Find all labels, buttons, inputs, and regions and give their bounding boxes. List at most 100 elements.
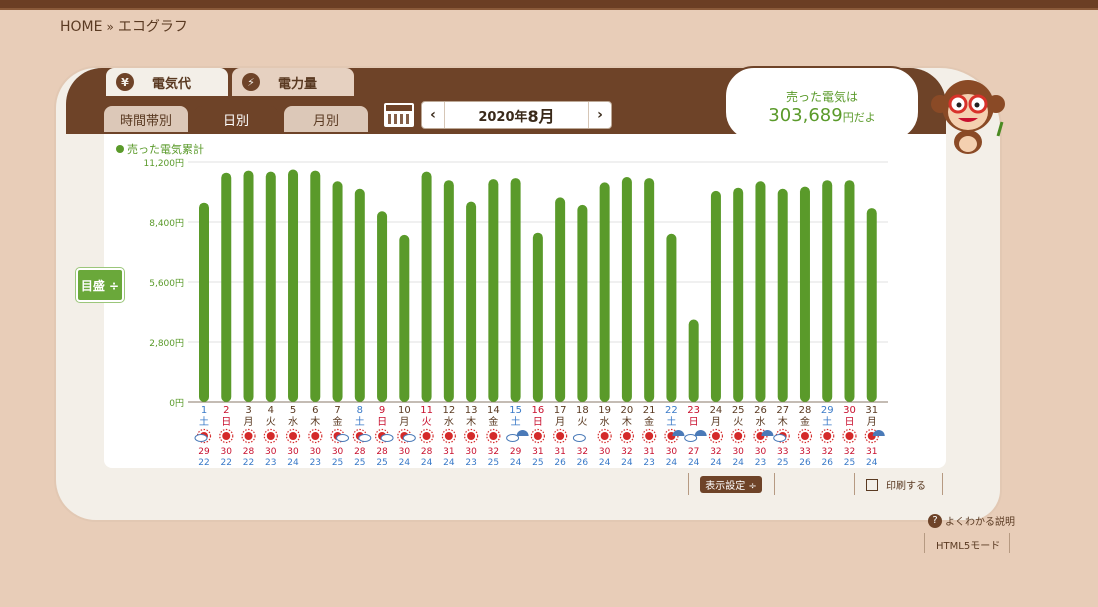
sun-icon <box>266 432 275 440</box>
yen-icon: ¥ <box>116 73 134 91</box>
weekday-label: 火 <box>266 416 276 428</box>
next-month-button[interactable]: › <box>588 102 611 128</box>
high-temp-label: 31 <box>443 447 454 457</box>
divider <box>854 473 855 495</box>
cloud-icon <box>358 434 372 442</box>
high-temp-label: 30 <box>732 447 744 457</box>
low-temp-label: 24 <box>510 458 522 468</box>
umbrella-icon <box>761 430 774 436</box>
sun-icon <box>444 432 453 440</box>
tab-daily[interactable]: 日別 <box>194 106 278 132</box>
low-temp-label: 22 <box>243 458 254 468</box>
weekday-label: 水 <box>755 416 765 428</box>
weekday-label: 水 <box>444 416 454 428</box>
x-tick-label: 27 <box>776 405 789 416</box>
print-label: 印刷する <box>886 481 926 492</box>
high-temp-label: 27 <box>688 447 699 457</box>
low-temp-label: 22 <box>221 458 232 468</box>
low-temp-label: 24 <box>399 458 411 468</box>
high-temp-label: 32 <box>488 447 499 457</box>
weekday-label: 月 <box>399 416 409 428</box>
weekday-label: 月 <box>867 416 877 428</box>
help-link[interactable]: ? よくわかる説明 <box>928 513 1015 528</box>
prev-month-button[interactable]: ‹ <box>422 102 445 128</box>
cloud-icon <box>572 434 586 442</box>
x-tick-label: 18 <box>576 405 589 416</box>
sun-icon <box>422 432 431 440</box>
tab-monthly[interactable]: 月別 <box>284 106 368 132</box>
chart-bar <box>644 178 655 402</box>
divider <box>1009 533 1010 553</box>
high-temp-label: 30 <box>332 447 344 457</box>
x-tick-label: 28 <box>799 405 812 416</box>
weekday-label: 土 <box>666 415 676 428</box>
sun-icon <box>244 432 253 440</box>
low-temp-label: 24 <box>710 458 722 468</box>
print-button[interactable]: 印刷する <box>866 477 926 492</box>
daily-sold-electricity-chart: 0円2,800円5,600円8,400円11,200円1土29222日30223… <box>144 158 888 468</box>
weekday-label: 日 <box>844 417 854 428</box>
high-temp-label: 28 <box>421 447 433 457</box>
chart-bar <box>488 179 499 402</box>
bubble-caption: 売った電気は <box>785 90 858 104</box>
weekday-label: 月 <box>711 416 721 428</box>
low-temp-label: 24 <box>287 458 299 468</box>
high-temp-label: 30 <box>755 447 767 457</box>
help-label: よくわかる説明 <box>945 517 1015 528</box>
breadcrumb-home[interactable]: HOME <box>60 19 102 35</box>
high-temp-label: 32 <box>710 447 721 457</box>
low-temp-label: 25 <box>777 458 788 468</box>
chart-bar <box>688 319 699 402</box>
weekday-label: 金 <box>800 415 810 428</box>
y-tick-label: 11,200円 <box>144 158 185 169</box>
chart-bar <box>844 180 855 402</box>
x-tick-label: 15 <box>509 405 522 416</box>
high-temp-label: 31 <box>532 447 543 457</box>
low-temp-label: 24 <box>421 458 433 468</box>
low-temp-label: 26 <box>577 458 589 468</box>
html5-mode-link[interactable]: HTML5モード <box>936 537 1000 552</box>
sun-icon <box>289 432 298 440</box>
cloud-icon <box>402 434 416 442</box>
chart-bar <box>377 211 388 402</box>
x-tick-label: 26 <box>754 405 767 416</box>
high-temp-label: 29 <box>198 447 210 457</box>
chart-bar <box>733 187 744 402</box>
high-temp-label: 31 <box>643 447 654 457</box>
weekday-label: 月 <box>555 416 565 428</box>
calendar-icon[interactable] <box>382 101 416 129</box>
cloud-icon <box>336 434 350 442</box>
breadcrumb-current: エコグラフ <box>117 19 188 35</box>
tab-electricity-amount[interactable]: ⚡ 電力量 <box>232 68 354 96</box>
x-tick-label: 3 <box>245 405 251 416</box>
sun-icon <box>533 432 542 440</box>
weekday-label: 木 <box>778 416 788 428</box>
low-temp-label: 24 <box>666 458 678 468</box>
weekday-label: 木 <box>622 416 632 428</box>
y-tick-label: 0円 <box>169 398 184 409</box>
weekday-label: 火 <box>733 416 743 428</box>
x-tick-label: 31 <box>865 405 878 416</box>
weekday-label: 土 <box>511 415 521 428</box>
tab-hourly[interactable]: 時間帯別 <box>104 106 188 132</box>
chart-bar <box>466 201 477 402</box>
cloud-icon <box>773 434 787 442</box>
high-temp-label: 33 <box>799 447 810 457</box>
top-border <box>0 0 1098 10</box>
chart-bar <box>799 186 810 402</box>
umbrella-icon <box>672 430 685 436</box>
weekday-label: 火 <box>422 416 432 428</box>
tab-electricity-cost-label: 電気代 <box>152 76 192 92</box>
weekday-label: 日 <box>221 417 231 428</box>
weekday-label: 金 <box>488 415 498 428</box>
high-temp-label: 29 <box>510 447 522 457</box>
x-tick-label: 11 <box>420 405 433 416</box>
x-tick-label: 25 <box>732 405 745 416</box>
low-temp-label: 23 <box>643 458 654 468</box>
question-icon: ? <box>928 513 942 528</box>
sun-icon <box>823 432 832 440</box>
x-tick-label: 7 <box>334 405 340 416</box>
chart-bar <box>288 169 299 402</box>
display-settings-button[interactable]: 表示設定 ÷ <box>700 476 762 493</box>
tab-electricity-cost[interactable]: ¥ 電気代 <box>106 68 228 96</box>
